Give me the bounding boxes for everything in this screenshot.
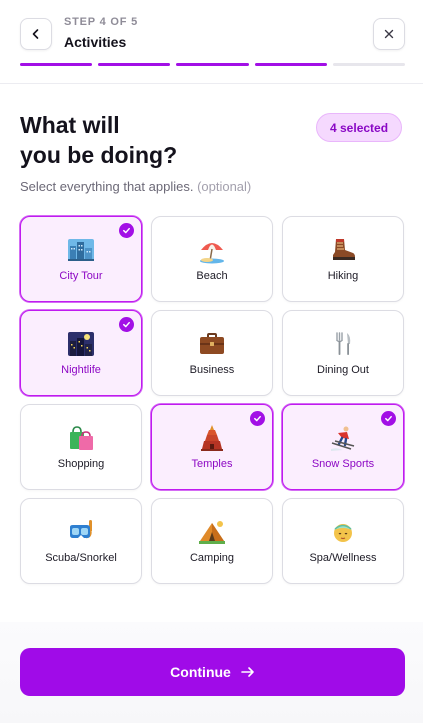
activity-label: Business [189, 364, 235, 376]
check-icon [119, 317, 134, 332]
activity-label: Temples [191, 458, 233, 470]
optional-label: (optional) [197, 179, 252, 194]
activity-label: Camping [189, 552, 235, 564]
activity-label: Hiking [327, 270, 359, 282]
page-heading: What will you be doing? [20, 110, 260, 170]
diving-mask-icon [67, 518, 95, 546]
activity-label: Nightlife [61, 364, 101, 376]
progress-segment [332, 63, 406, 66]
temple-icon [198, 424, 226, 452]
activity-label: Dining Out [317, 364, 369, 376]
arrow-right-icon [241, 667, 254, 677]
progress-segment [20, 63, 93, 66]
progress-segment [254, 63, 327, 66]
check-icon [381, 411, 396, 426]
activity-label: Spa/Wellness [309, 552, 377, 564]
skier-icon [329, 424, 357, 452]
continue-label: Continue [170, 664, 231, 680]
hiking-boot-icon [329, 236, 357, 264]
shopping-bags-icon [67, 424, 95, 452]
top-bar: STEP 4 OF 5 Activities [0, 0, 423, 84]
check-icon [250, 411, 265, 426]
activity-grid: City Tour Beach Hiking Nightlife Busines… [20, 216, 405, 584]
activity-card-spa-wellness[interactable]: Spa/Wellness [282, 498, 404, 584]
back-button[interactable] [20, 18, 52, 50]
close-button[interactable] [373, 18, 405, 50]
page-title: Activities [64, 34, 127, 50]
progress-segment [98, 63, 171, 66]
close-icon [384, 29, 394, 39]
heading-line: What will [20, 112, 120, 138]
continue-button[interactable]: Continue [20, 648, 405, 696]
step-progress-bar [20, 63, 406, 66]
activity-label: Shopping [57, 458, 105, 470]
heading-line: you be doing? [20, 142, 178, 168]
progress-segment [176, 63, 249, 66]
chevron-left-icon [32, 29, 39, 39]
step-indicator: STEP 4 OF 5 [64, 16, 139, 28]
activity-card-business[interactable]: Business [151, 310, 273, 396]
subtitle-text: Select everything that applies. [20, 179, 194, 194]
night-city-icon [67, 330, 95, 358]
activity-card-city-tour[interactable]: City Tour [20, 216, 142, 302]
beach-umbrella-icon [198, 236, 226, 264]
activity-card-snow-sports[interactable]: Snow Sports [282, 404, 404, 490]
briefcase-icon [198, 330, 226, 358]
activity-card-nightlife[interactable]: Nightlife [20, 310, 142, 396]
check-icon [119, 223, 134, 238]
activity-card-camping[interactable]: Camping [151, 498, 273, 584]
activity-card-beach[interactable]: Beach [151, 216, 273, 302]
activity-label: Snow Sports [311, 458, 375, 470]
subtitle: Select everything that applies. (optiona… [20, 179, 251, 194]
city-icon [67, 236, 95, 264]
spa-icon [329, 518, 357, 546]
activity-card-temples[interactable]: Temples [151, 404, 273, 490]
activity-label: Scuba/Snorkel [45, 552, 117, 564]
selected-count-badge: 4 selected [316, 113, 403, 142]
activity-card-hiking[interactable]: Hiking [282, 216, 404, 302]
activity-label: City Tour [59, 270, 103, 282]
activity-card-dining-out[interactable]: Dining Out [282, 310, 404, 396]
activity-label: Beach [196, 270, 228, 282]
fork-knife-icon [329, 330, 357, 358]
camping-tent-icon [198, 518, 226, 546]
activity-card-shopping[interactable]: Shopping [20, 404, 142, 490]
activity-card-scuba-snorkel[interactable]: Scuba/Snorkel [20, 498, 142, 584]
